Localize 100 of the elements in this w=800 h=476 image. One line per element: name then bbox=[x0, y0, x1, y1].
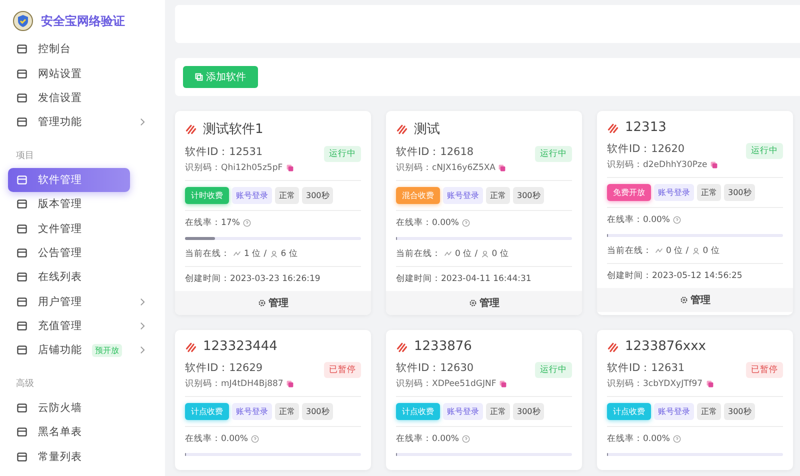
login-tag: 账号登录 bbox=[443, 187, 483, 204]
identification-code: 识别码：XDPee51dGJNF bbox=[396, 378, 496, 390]
login-tag: 账号登录 bbox=[232, 187, 272, 204]
copy-icon[interactable] bbox=[286, 164, 294, 172]
software-name: 12313 bbox=[625, 120, 666, 135]
charge-tag: 计点收费 bbox=[396, 403, 440, 420]
interval-tag: 300秒 bbox=[302, 187, 334, 204]
online-label: 当前在线： bbox=[185, 248, 230, 260]
section-heading: 项目 bbox=[15, 150, 35, 163]
identification-code: 识别码：mJ4tDH4Bj887 bbox=[185, 378, 284, 390]
chevron-right-icon bbox=[140, 298, 145, 306]
software-id: 软件ID：12629 bbox=[185, 361, 264, 375]
online-rate: 在线率：0.00% bbox=[185, 433, 248, 445]
nav-item[interactable]: 充值管理 bbox=[8, 314, 157, 338]
wave-icon bbox=[444, 250, 452, 258]
online-rate: 在线率：0.00% bbox=[607, 433, 670, 445]
settings-icon bbox=[468, 299, 476, 307]
chevron-right-icon bbox=[140, 322, 145, 330]
copy-icon[interactable] bbox=[286, 380, 294, 388]
shield-logo-icon bbox=[13, 11, 33, 31]
identification-code: 识别码：cNJX16y6Z5XA bbox=[396, 162, 496, 174]
interval-tag: 300秒 bbox=[513, 187, 544, 204]
status-badge: 运行中 bbox=[746, 143, 783, 159]
state-tag: 正常 bbox=[275, 403, 299, 420]
help-icon bbox=[673, 435, 682, 443]
user-icon bbox=[692, 247, 700, 255]
settings-icon bbox=[680, 296, 688, 304]
interval-tag: 300秒 bbox=[724, 184, 756, 201]
copy-icon[interactable] bbox=[499, 380, 508, 388]
nav-item[interactable]: 公告管理 bbox=[8, 240, 157, 266]
chevron-right-icon bbox=[140, 118, 145, 126]
online-rate: 在线率：0.00% bbox=[396, 217, 460, 229]
software-name: 123323444 bbox=[203, 339, 278, 354]
software-name: 1233876 bbox=[414, 339, 472, 354]
created-time: 创建时间：2023-04-11 16:44:31 bbox=[396, 273, 532, 285]
nav-item[interactable]: 版本管理 bbox=[8, 192, 157, 216]
copy-icon bbox=[195, 73, 203, 81]
created-time: 创建时间：2023-03-23 16:26:19 bbox=[185, 273, 322, 285]
created-time: 创建时间：2023-05-12 14:56:25 bbox=[607, 270, 744, 282]
help-icon bbox=[251, 435, 260, 443]
brand-title: 安全宝网络验证 bbox=[41, 12, 125, 30]
nav-item[interactable]: 控制台 bbox=[8, 37, 157, 62]
user-count: 0 位 bbox=[702, 245, 720, 257]
software-id: 软件ID：12531 bbox=[185, 145, 264, 159]
software-id: 软件ID：12631 bbox=[607, 361, 686, 375]
copy-icon[interactable] bbox=[710, 161, 718, 169]
software-name: 测试 bbox=[414, 121, 440, 138]
online-label: 当前在线： bbox=[607, 245, 652, 257]
state-tag: 正常 bbox=[486, 187, 510, 204]
wave-icon bbox=[233, 250, 241, 258]
nav-item[interactable]: 常量列表 bbox=[8, 444, 157, 469]
copy-icon[interactable] bbox=[706, 380, 714, 388]
login-tag: 账号登录 bbox=[443, 403, 483, 420]
interval-tag: 300秒 bbox=[513, 403, 544, 420]
wave-icon bbox=[655, 247, 663, 255]
help-icon bbox=[242, 219, 251, 227]
user-icon bbox=[270, 250, 278, 258]
status-badge: 运行中 bbox=[324, 146, 361, 162]
state-tag: 正常 bbox=[697, 184, 721, 201]
online-rate: 在线率：0.00% bbox=[396, 433, 460, 445]
charge-tag: 计时收费 bbox=[185, 187, 229, 204]
software-id: 软件ID：12618 bbox=[396, 145, 475, 159]
chevron-right-icon bbox=[140, 346, 145, 354]
nav-item[interactable]: 云防火墙 bbox=[8, 396, 157, 420]
user-count: 6 位 bbox=[280, 248, 298, 260]
settings-icon bbox=[258, 299, 266, 307]
help-icon bbox=[462, 219, 470, 227]
nav-item[interactable]: 文件管理 bbox=[8, 216, 157, 241]
software-name: 1233876xxx bbox=[625, 339, 706, 354]
manage-button[interactable]: 管理 bbox=[597, 288, 793, 312]
nav-item[interactable]: 黑名单表 bbox=[8, 420, 157, 444]
charge-tag: 计点收费 bbox=[185, 403, 229, 420]
manage-button[interactable]: 管理 bbox=[175, 291, 371, 315]
help-icon bbox=[462, 435, 470, 443]
slash-marks-icon bbox=[396, 123, 408, 135]
state-tag: 正常 bbox=[486, 403, 510, 420]
slash-marks-icon bbox=[607, 122, 619, 134]
preview-badge: 预开放 bbox=[92, 344, 122, 357]
nav-item[interactable]: 用户管理 bbox=[8, 290, 157, 314]
nav-item[interactable]: 管理功能 bbox=[8, 110, 157, 135]
nav-item[interactable]: 发信设置 bbox=[8, 86, 157, 110]
login-tag: 账号登录 bbox=[232, 403, 272, 420]
copy-icon[interactable] bbox=[498, 164, 506, 172]
charge-tag: 混合收费 bbox=[396, 187, 440, 204]
online-label: 当前在线： bbox=[396, 248, 441, 260]
online-count: 0 位 / bbox=[666, 245, 689, 257]
nav-item[interactable]: 在线列表 bbox=[8, 265, 157, 290]
nav-item[interactable]: 店铺功能 预开放 bbox=[8, 338, 157, 363]
nav-item[interactable]: 网站设置 bbox=[8, 61, 157, 86]
charge-tag: 免费开放 bbox=[607, 184, 651, 201]
charge-tag: 计点收费 bbox=[607, 403, 651, 420]
online-count: 1 位 / bbox=[244, 248, 267, 260]
manage-button[interactable]: 管理 bbox=[386, 291, 582, 315]
software-id: 软件ID：12630 bbox=[396, 361, 475, 375]
slash-marks-icon bbox=[185, 123, 197, 135]
slash-marks-icon bbox=[607, 340, 619, 352]
nav-item[interactable]: 软件管理 bbox=[8, 168, 130, 192]
slash-marks-icon bbox=[396, 340, 408, 352]
online-rate: 在线率：0.00% bbox=[607, 214, 670, 226]
software-id: 软件ID：12620 bbox=[607, 142, 686, 156]
